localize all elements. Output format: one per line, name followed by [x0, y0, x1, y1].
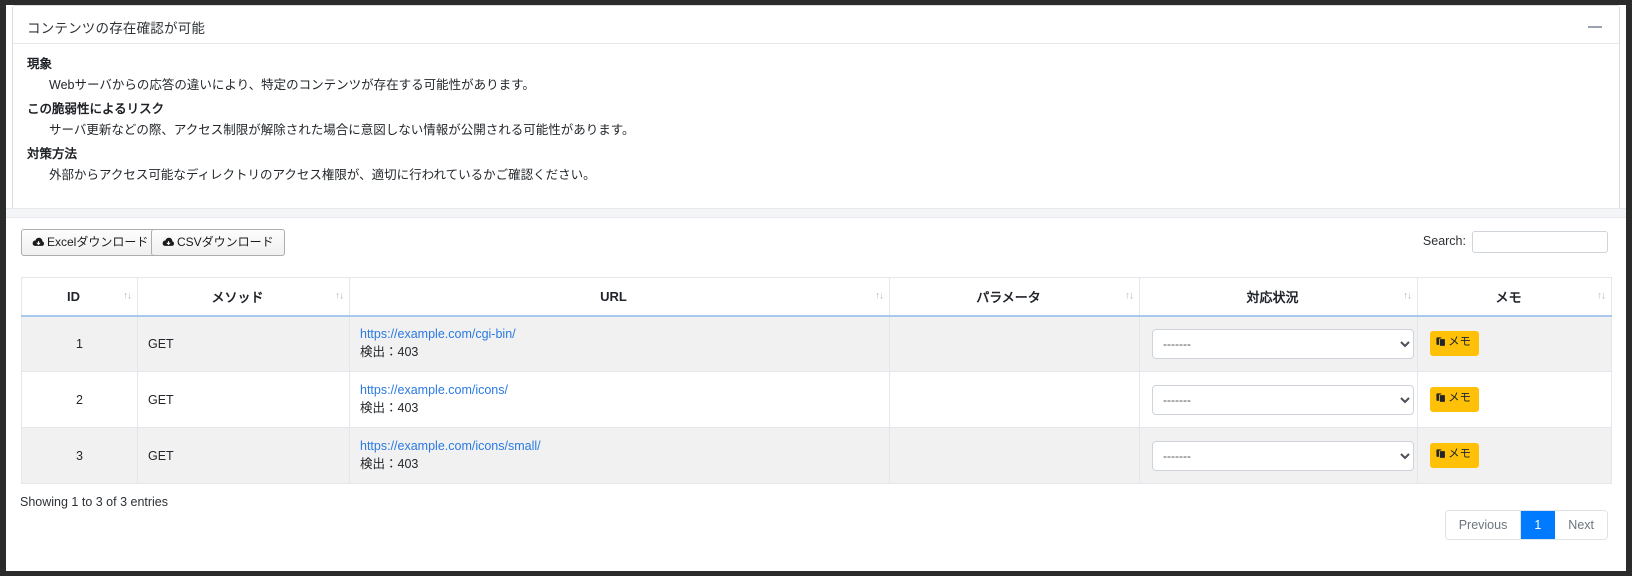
- section-text: Webサーバからの応答の違いにより、特定のコンテンツが存在する可能性があります。: [49, 78, 535, 92]
- cell-method: GET: [137, 315, 350, 372]
- page-frame: コンテンツの存在確認が可能 現象 Webサーバからの応答の違いにより、特定のコン…: [0, 0, 1632, 576]
- card-body: 現象 Webサーバからの応答の違いにより、特定のコンテンツが存在する可能性があり…: [13, 44, 1619, 184]
- column-header-url[interactable]: URL ↑↓: [349, 277, 890, 317]
- section-heading: 対策方法: [27, 147, 78, 161]
- cell-method: GET: [137, 427, 350, 484]
- section-risk: この脆弱性によるリスク サーバ更新などの際、アクセス制限が解除された場合に意図し…: [27, 101, 1605, 139]
- section-text: サーバ更新などの際、アクセス制限が解除された場合に意図しない情報が公開される可能…: [49, 123, 635, 137]
- section-phenomenon: 現象 Webサーバからの応答の違いにより、特定のコンテンツが存在する可能性があり…: [27, 56, 1605, 94]
- cell-id: 1: [21, 315, 138, 372]
- memo-button[interactable]: メモ: [1430, 387, 1479, 412]
- cell-parameter: [889, 371, 1140, 428]
- table-header-row: ID ↑↓ メソッド ↑↓ URL ↑↓ パラメータ ↑↓ 対応状況 ↑↓ メモ…: [21, 277, 1612, 317]
- results-table-wrapper: ID ↑↓ メソッド ↑↓ URL ↑↓ パラメータ ↑↓ 対応状況 ↑↓ メモ…: [21, 277, 1612, 484]
- excel-download-label: Excelダウンロード: [47, 235, 149, 249]
- detect-status: 検出：403: [360, 457, 419, 471]
- table-search: Search:: [1423, 231, 1608, 253]
- section-divider: [6, 208, 1626, 218]
- cell-memo: メモ: [1417, 427, 1612, 484]
- pagination-previous[interactable]: Previous: [1445, 511, 1522, 539]
- sort-updown-icon: ↑↓: [875, 290, 884, 302]
- section-text: 外部からアクセス可能なディレクトリのアクセス権限が、適切に行われているかご確認く…: [49, 168, 596, 182]
- page-content: コンテンツの存在確認が可能 現象 Webサーバからの応答の違いにより、特定のコン…: [6, 5, 1626, 571]
- card-header: コンテンツの存在確認が可能: [13, 6, 1619, 44]
- clipboard-icon: [1436, 391, 1446, 409]
- sort-updown-icon: ↑↓: [1125, 290, 1134, 302]
- column-header-method[interactable]: メソッド ↑↓: [137, 277, 350, 317]
- pagination: Previous 1 Next: [1444, 510, 1608, 540]
- column-header-memo[interactable]: メモ ↑↓: [1417, 277, 1612, 317]
- results-table: ID ↑↓ メソッド ↑↓ URL ↑↓ パラメータ ↑↓ 対応状況 ↑↓ メモ…: [21, 277, 1612, 484]
- cell-id: 2: [21, 371, 138, 428]
- search-label: Search:: [1422, 234, 1466, 249]
- cell-status: -------: [1139, 427, 1418, 484]
- section-countermeasure: 対策方法 外部からアクセス可能なディレクトリのアクセス権限が、適切に行われている…: [27, 146, 1605, 184]
- cell-url: https://example.com/cgi-bin/ 検出：403: [349, 315, 890, 372]
- table-info: Showing 1 to 3 of 3 entries: [20, 495, 169, 509]
- sort-updown-icon: ↑↓: [123, 290, 132, 302]
- csv-download-label: CSVダウンロード: [177, 235, 274, 249]
- search-input[interactable]: [1472, 231, 1608, 253]
- clipboard-icon: [1436, 335, 1446, 353]
- url-link[interactable]: https://example.com/icons/small/: [360, 437, 879, 455]
- memo-button[interactable]: メモ: [1430, 331, 1479, 357]
- minus-glyph: [1588, 26, 1602, 28]
- detect-status: 検出：403: [360, 345, 419, 360]
- sort-updown-icon: ↑↓: [1597, 290, 1606, 302]
- cell-memo: メモ: [1417, 371, 1612, 428]
- cell-url: https://example.com/icons/ 検出：403: [349, 371, 890, 428]
- cell-parameter: [889, 427, 1140, 484]
- excel-download-button[interactable]: Excelダウンロード: [21, 229, 160, 257]
- cell-memo: メモ: [1417, 315, 1612, 372]
- clipboard-icon: [1436, 447, 1446, 465]
- column-label: パラメータ: [976, 289, 1041, 305]
- pagination-page-1[interactable]: 1: [1521, 511, 1556, 539]
- cloud-download-icon: [32, 232, 45, 257]
- status-select[interactable]: -------: [1152, 384, 1414, 415]
- cell-status: -------: [1139, 371, 1418, 428]
- pagination-next[interactable]: Next: [1555, 511, 1607, 539]
- column-label: ID: [67, 288, 80, 304]
- cell-status: -------: [1139, 315, 1418, 372]
- table-head: ID ↑↓ メソッド ↑↓ URL ↑↓ パラメータ ↑↓ 対応状況 ↑↓ メモ…: [21, 277, 1612, 317]
- memo-label: メモ: [1448, 392, 1471, 404]
- minus-icon[interactable]: [1584, 14, 1606, 36]
- section-heading: 現象: [27, 57, 53, 71]
- memo-button[interactable]: メモ: [1430, 443, 1479, 468]
- column-label: URL: [600, 288, 627, 304]
- status-select[interactable]: -------: [1152, 440, 1414, 471]
- detect-status: 検出：403: [360, 401, 419, 415]
- cell-id: 3: [21, 427, 138, 484]
- table-body: 1 GET https://example.com/cgi-bin/ 検出：40…: [21, 315, 1612, 484]
- table-row: 1 GET https://example.com/cgi-bin/ 検出：40…: [21, 315, 1612, 372]
- sort-updown-icon: ↑↓: [335, 290, 344, 302]
- table-row: 3 GET https://example.com/icons/small/ 検…: [21, 427, 1612, 484]
- sort-updown-icon: ↑↓: [1403, 290, 1412, 302]
- section-heading: この脆弱性によるリスク: [27, 102, 165, 116]
- vulnerability-card: コンテンツの存在確認が可能 現象 Webサーバからの応答の違いにより、特定のコン…: [12, 5, 1620, 217]
- cell-parameter: [889, 315, 1140, 372]
- cloud-download-icon: [162, 232, 175, 257]
- cell-url: https://example.com/icons/small/ 検出：403: [349, 427, 890, 484]
- table-row: 2 GET https://example.com/icons/ 検出：403 …: [21, 371, 1612, 428]
- page-title: コンテンツの存在確認が可能: [27, 21, 206, 36]
- column-label: メモ: [1495, 289, 1522, 305]
- column-header-status[interactable]: 対応状況 ↑↓: [1139, 277, 1418, 317]
- column-header-id[interactable]: ID ↑↓: [21, 277, 138, 317]
- url-link[interactable]: https://example.com/cgi-bin/: [360, 325, 879, 343]
- column-header-parameter[interactable]: パラメータ ↑↓: [889, 277, 1140, 317]
- table-toolbar: Excelダウンロード CSVダウンロード Search:: [6, 229, 1626, 271]
- csv-download-button[interactable]: CSVダウンロード: [151, 229, 285, 256]
- memo-label: メモ: [1448, 448, 1471, 460]
- status-select[interactable]: -------: [1152, 328, 1414, 359]
- cell-method: GET: [137, 371, 350, 428]
- column-label: 対応状況: [1246, 289, 1299, 305]
- memo-label: メモ: [1448, 336, 1471, 349]
- column-label: メソッド: [211, 289, 264, 305]
- url-link[interactable]: https://example.com/icons/: [360, 381, 879, 399]
